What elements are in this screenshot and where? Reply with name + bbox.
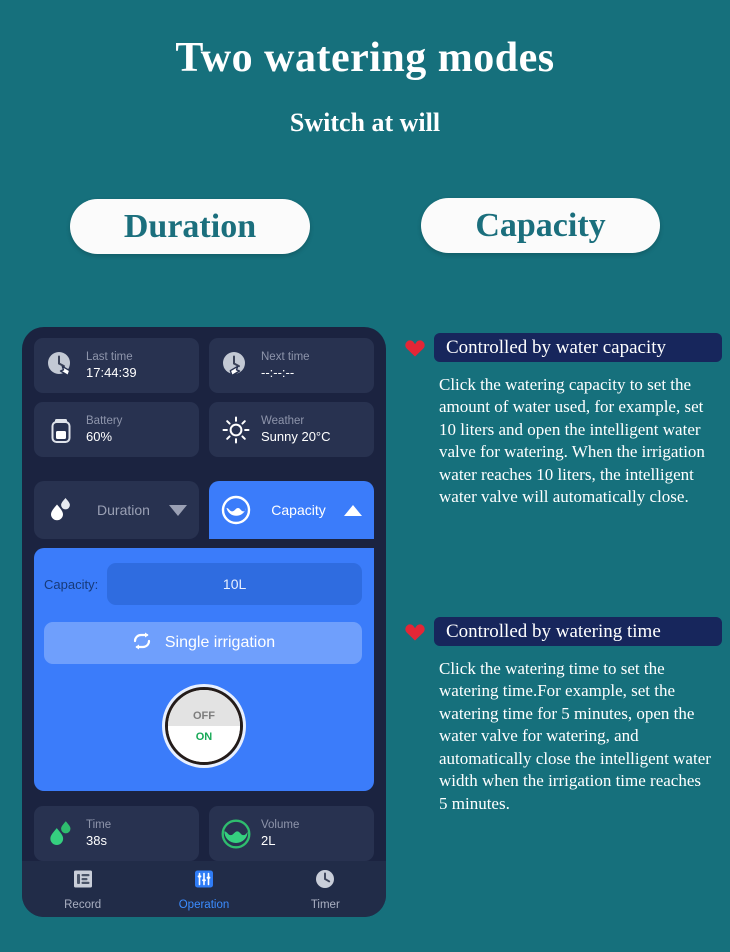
feature-body: Click the watering capacity to set the a…: [439, 375, 705, 507]
feature-badge: Controlled by water capacity: [434, 333, 722, 362]
promo-page: Two watering modes Switch at will Durati…: [0, 0, 730, 952]
feature-heading-row: Controlled by watering time: [404, 617, 722, 646]
sun-icon: [217, 411, 255, 449]
mode-tab-row: Duration Capacity: [34, 481, 374, 539]
stat-card-value: 38s: [86, 833, 107, 849]
heart-icon: [404, 338, 426, 358]
sliders-icon: [193, 868, 215, 895]
bottom-nav: Record Operation Timer: [22, 861, 386, 917]
stat-card-row: Time 38s Volume 2L: [34, 806, 374, 861]
phone-mockup: Last time 17:44:39 Next time --:--:-- Ba…: [22, 327, 386, 917]
record-icon: [72, 868, 94, 895]
info-card-weather[interactable]: Weather Sunny 20°C: [209, 402, 374, 457]
nav-label: Operation: [178, 898, 230, 911]
mode-pill-capacity[interactable]: Capacity: [421, 198, 660, 253]
info-card-value: Sunny 20°C: [261, 429, 331, 445]
stat-card-time[interactable]: Time 38s: [34, 806, 199, 861]
stat-card-value: 2L: [261, 833, 276, 849]
irrigation-mode-label: Single irrigation: [164, 634, 276, 651]
capacity-panel: Capacity: 10L Single irrigation OFF ON: [34, 548, 374, 791]
water-drops-icon: [44, 493, 78, 527]
info-card-label: Weather: [261, 414, 305, 427]
tab-label: Duration: [97, 502, 150, 518]
nav-item-record[interactable]: Record: [22, 868, 143, 911]
feature-block-time: Controlled by watering time Click the wa…: [404, 617, 722, 815]
info-card-row: Battery 60% Weather Sunny 20°C: [34, 402, 374, 457]
info-card-label: Last time: [86, 350, 133, 363]
info-card-value: 60%: [86, 429, 113, 445]
chevron-down-icon[interactable]: [169, 504, 187, 516]
nav-label: Timer: [310, 898, 340, 911]
page-title: Two watering modes: [175, 35, 555, 81]
nav-item-operation[interactable]: Operation: [143, 868, 264, 911]
heart-icon: [404, 622, 426, 642]
power-toggle-knob[interactable]: OFF ON: [165, 687, 243, 765]
tab-capacity[interactable]: Capacity: [209, 481, 374, 539]
clock-icon: [314, 868, 336, 895]
capacity-field-label: Capacity:: [44, 576, 99, 592]
nav-item-timer[interactable]: Timer: [265, 868, 386, 911]
feature-body: Click the watering time to set the water…: [439, 659, 711, 813]
stat-card-label: Time: [86, 818, 112, 831]
info-card-value: 17:44:39: [86, 365, 137, 381]
info-card-last-time[interactable]: Last time 17:44:39: [34, 338, 199, 393]
water-circle-icon: [219, 493, 253, 527]
info-card-value: --:--:--: [261, 365, 295, 381]
clock-forward-icon: [217, 347, 255, 385]
capacity-input[interactable]: 10L: [107, 563, 362, 605]
tab-label: Capacity: [271, 502, 326, 518]
irrigation-mode-button[interactable]: Single irrigation: [44, 622, 362, 664]
nav-label: Record: [64, 898, 102, 911]
mode-pill-duration[interactable]: Duration: [70, 199, 310, 254]
green-volume-icon: [217, 815, 255, 853]
tab-duration[interactable]: Duration: [34, 481, 199, 539]
stat-card-volume[interactable]: Volume 2L: [209, 806, 374, 861]
knob-off-label: OFF: [168, 690, 240, 726]
info-card-label: Battery: [86, 414, 123, 427]
clock-back-icon: [42, 347, 80, 385]
stat-card-label: Volume: [261, 818, 300, 831]
feature-block-capacity: Controlled by water capacity Click the w…: [404, 333, 722, 509]
feature-badge: Controlled by watering time: [434, 617, 722, 646]
info-card-grid: Last time 17:44:39 Next time --:--:-- Ba…: [34, 338, 374, 466]
page-subtitle: Switch at will: [289, 108, 441, 137]
info-card-battery[interactable]: Battery 60%: [34, 402, 199, 457]
feature-heading-row: Controlled by water capacity: [404, 333, 722, 362]
info-card-label: Next time: [261, 350, 310, 363]
capacity-field-row: Capacity: 10L: [44, 563, 362, 605]
info-card-next-time[interactable]: Next time --:--:--: [209, 338, 374, 393]
chevron-up-icon[interactable]: [344, 504, 362, 516]
green-drops-icon: [42, 815, 80, 853]
repeat-icon: [131, 631, 153, 656]
knob-on-label: ON: [168, 725, 240, 762]
battery-icon: [42, 411, 80, 449]
info-card-row: Last time 17:44:39 Next time --:--:--: [34, 338, 374, 393]
